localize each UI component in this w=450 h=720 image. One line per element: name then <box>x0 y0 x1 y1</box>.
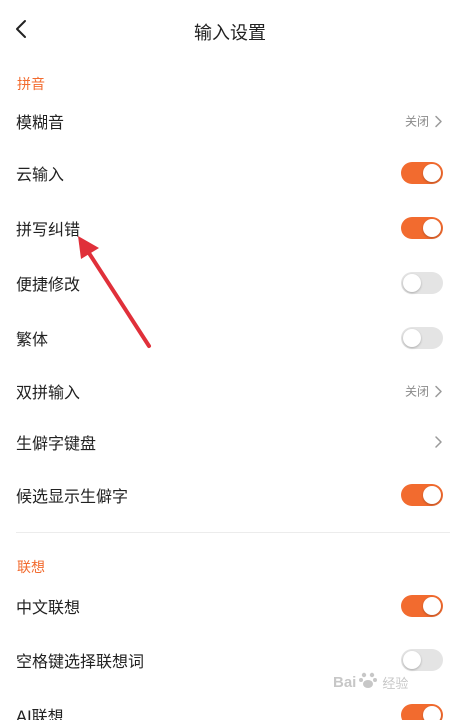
row-label: 模糊音 <box>16 113 65 132</box>
show-rare-chars-toggle[interactable] <box>401 484 443 506</box>
row-label: 拼写纠错 <box>16 220 81 239</box>
row-chinese-association[interactable]: 中文联想 <box>0 581 450 631</box>
row-label: 云输入 <box>16 165 65 184</box>
row-label: 双拼输入 <box>16 383 81 402</box>
quick-edit-toggle[interactable] <box>401 272 443 294</box>
row-label: 中文联想 <box>16 598 81 617</box>
row-label: 生僻字键盘 <box>16 434 97 453</box>
input-settings-screen: 输入设置 拼音 模糊音 关闭 云输入 拼写纠错 便捷修改 繁体 双拼输入 关闭 … <box>0 0 450 720</box>
row-rare-char-keyboard[interactable]: 生僻字键盘 <box>0 417 450 467</box>
chevron-right-icon <box>433 435 443 449</box>
row-label: 繁体 <box>16 330 49 349</box>
row-fuzzy-pinyin[interactable]: 模糊音 关闭 <box>0 96 450 146</box>
ai-association-toggle[interactable] <box>401 704 443 720</box>
section-divider <box>16 532 450 533</box>
row-double-pinyin[interactable]: 双拼输入 关闭 <box>0 366 450 416</box>
row-space-select-association[interactable]: 空格键选择联想词 <box>0 635 450 685</box>
row-label: 便捷修改 <box>16 275 81 294</box>
row-value: 关闭 <box>404 384 429 399</box>
section-label-association: 联想 <box>17 560 45 576</box>
chevron-right-icon <box>433 384 443 398</box>
row-traditional-chinese[interactable]: 繁体 <box>0 313 450 363</box>
row-value: 关闭 <box>404 114 429 129</box>
chevron-right-icon <box>433 114 443 128</box>
spell-correction-toggle[interactable] <box>401 217 443 239</box>
header: 输入设置 <box>0 0 450 62</box>
section-label-pinyin: 拼音 <box>17 77 45 93</box>
row-quick-edit[interactable]: 便捷修改 <box>0 258 450 308</box>
row-label: 候选显示生僻字 <box>16 487 129 506</box>
row-cloud-input[interactable]: 云输入 <box>0 148 450 198</box>
traditional-chinese-toggle[interactable] <box>401 327 443 349</box>
row-show-rare-chars[interactable]: 候选显示生僻字 <box>0 470 450 520</box>
page-title: 输入设置 <box>194 23 266 44</box>
row-spell-correction[interactable]: 拼写纠错 <box>0 203 450 253</box>
cloud-input-toggle[interactable] <box>401 162 443 184</box>
row-ai-association[interactable]: AI联想 <box>0 690 450 720</box>
row-label: AI联想 <box>16 707 64 720</box>
chinese-association-toggle[interactable] <box>401 595 443 617</box>
row-label: 空格键选择联想词 <box>16 652 145 671</box>
space-select-association-toggle[interactable] <box>401 649 443 671</box>
